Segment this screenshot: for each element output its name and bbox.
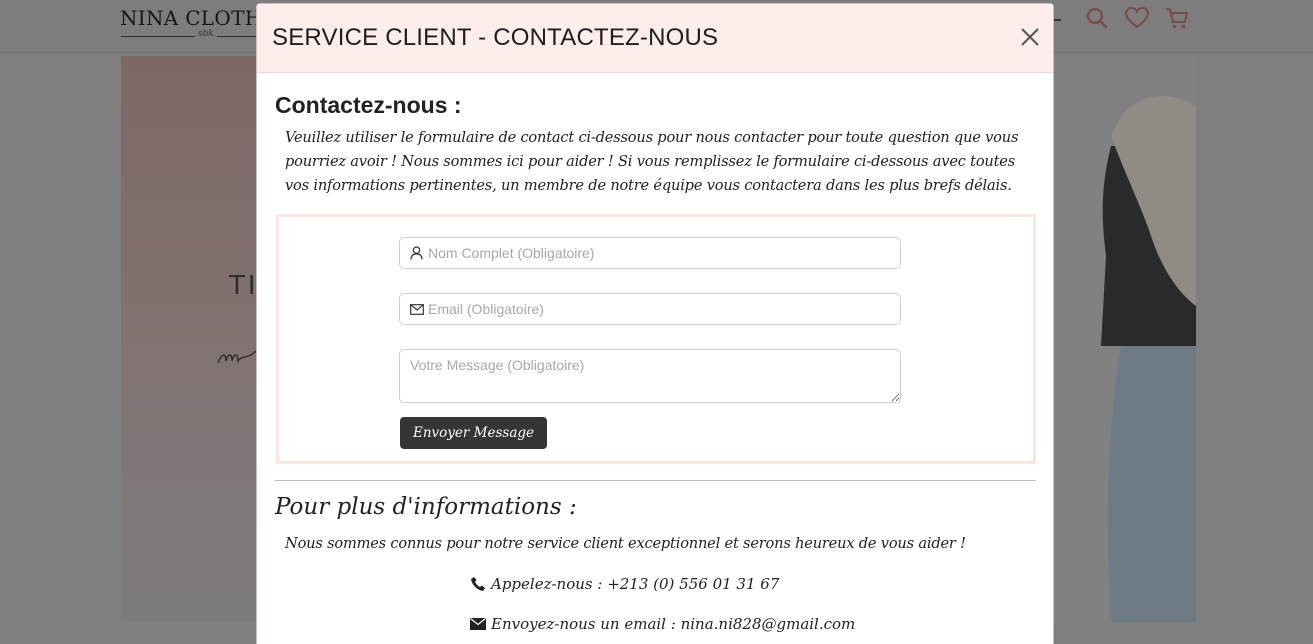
logo-underline [121, 36, 261, 37]
contact-heading: Contactez-nous : [275, 92, 462, 118]
section-divider [275, 480, 1036, 481]
email-text[interactable]: Envoyez-nous un email : nina.ni828@gmail… [491, 615, 855, 633]
header-divider [1053, 19, 1061, 21]
model-photo [1051, 56, 1196, 622]
phone-text[interactable]: Appelez-nous : +213 (0) 556 01 31 67 [491, 575, 779, 593]
heart-icon[interactable] [1124, 5, 1150, 31]
intro-text: Veuillez utiliser le formulaire de conta… [285, 129, 1019, 194]
cart-icon[interactable] [1164, 5, 1190, 31]
close-icon[interactable] [1019, 26, 1041, 48]
send-message-button[interactable]: Envoyer Message [400, 417, 547, 449]
search-icon[interactable] [1084, 5, 1110, 31]
header-icons [1084, 5, 1190, 31]
envelope-icon [410, 302, 424, 316]
phone-contact: Appelez-nous : +213 (0) 556 01 31 67 [469, 575, 779, 593]
info-heading: Pour plus d'informations : [275, 494, 577, 520]
email-contact: Envoyez-nous un email : nina.ni828@gmail… [469, 615, 855, 633]
logo-signature: sbk [195, 29, 217, 39]
modal-title: SERVICE CLIENT - CONTACTEZ-NOUS [272, 24, 719, 51]
info-text: Nous sommes connus pour notre service cl… [285, 535, 966, 552]
phone-icon [469, 575, 487, 593]
email-field[interactable] [399, 293, 901, 325]
message-textarea[interactable] [399, 349, 901, 403]
user-icon [410, 246, 424, 260]
mail-icon [469, 615, 487, 633]
name-field[interactable] [399, 237, 901, 269]
modal-header: SERVICE CLIENT - CONTACTEZ-NOUS [257, 4, 1053, 73]
email-input[interactable] [428, 294, 900, 324]
name-input[interactable] [428, 238, 900, 268]
contact-modal: SERVICE CLIENT - CONTACTEZ-NOUS Contacte… [256, 3, 1054, 644]
hero-text: TI [229, 271, 259, 301]
contact-form: Envoyer Message [276, 214, 1036, 464]
